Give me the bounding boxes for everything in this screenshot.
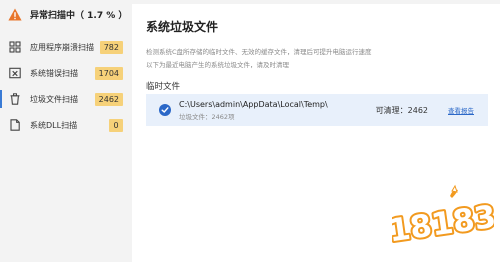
scan-status-label: 异常扫描中（ 1.7 % ） xyxy=(30,10,128,21)
sidebar-item-system-dll[interactable]: 系统DLL扫描 0 xyxy=(0,112,132,138)
watermark-logo: 18183 xyxy=(392,184,494,251)
count-badge: 0 xyxy=(109,118,123,132)
svg-text:18183: 18183 xyxy=(392,199,494,250)
view-report-link[interactable]: 查看报告 xyxy=(448,105,474,115)
entry-count: 垃圾文件：2462项 xyxy=(179,112,235,121)
count-badge: 1704 xyxy=(94,66,123,80)
checkmark-icon[interactable] xyxy=(159,104,171,116)
scan-status: 异常扫描中（ 1.7 % ） xyxy=(0,0,132,28)
dll-icon xyxy=(9,119,21,131)
sidebar-item-label: 应用程序崩溃扫描 xyxy=(30,42,94,52)
sidebar-item-app-crash[interactable]: 应用程序崩溃扫描 782 xyxy=(0,34,132,60)
sidebar-item-label: 系统错误扫描 xyxy=(30,68,78,78)
sidebar: 异常扫描中（ 1.7 % ） 应用程序崩溃扫描 782 系统错误扫描 1704 xyxy=(0,0,132,262)
description-line-2: 以下为最近电脑产生的系统垃圾文件，请及时清理 xyxy=(146,61,289,69)
cleanable-count: 可清理：2462 xyxy=(375,105,428,115)
count-badge: 2462 xyxy=(94,92,123,106)
sidebar-item-label: 系统DLL扫描 xyxy=(30,120,78,130)
system-error-icon xyxy=(9,67,21,79)
description-line-1: 检测系统C盘所存储的临时文件、无效的缓存文件，清理后可提升电脑运行速度 xyxy=(146,48,372,56)
entry-path: C:\Users\admin\AppData\Local\Temp\ xyxy=(179,99,328,109)
sidebar-item-junk-files[interactable]: 垃圾文件扫描 2462 xyxy=(0,86,132,112)
app-crash-icon xyxy=(9,41,21,53)
temp-file-entry[interactable]: C:\Users\admin\AppData\Local\Temp\ 垃圾文件：… xyxy=(146,94,488,126)
section-label: 临时文件 xyxy=(146,82,181,92)
page-title: 系统垃圾文件 xyxy=(146,20,219,34)
trash-icon xyxy=(9,93,21,105)
sidebar-item-system-error[interactable]: 系统错误扫描 1704 xyxy=(0,60,132,86)
count-badge: 782 xyxy=(99,40,123,54)
warning-icon xyxy=(8,8,22,21)
sidebar-item-label: 垃圾文件扫描 xyxy=(30,94,78,104)
